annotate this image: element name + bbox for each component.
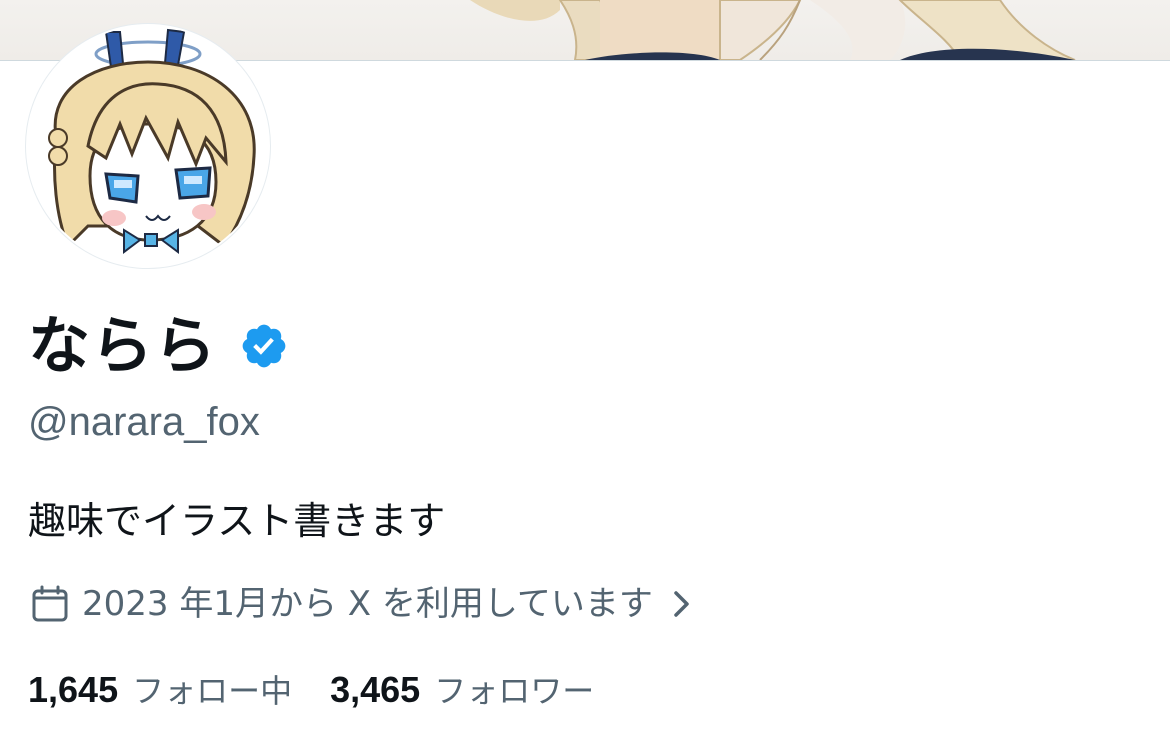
followers-count: 3,465: [330, 668, 421, 710]
avatar-illustration: [28, 26, 268, 266]
following-count: 1,645: [28, 668, 119, 710]
follow-stats: 1,645 フォロー中 3,465 フォロワー: [28, 664, 632, 716]
chevron-right-icon[interactable]: [669, 589, 695, 619]
handle: @narara_fox: [28, 400, 260, 444]
calendar-icon: [30, 584, 70, 624]
bio: 趣味でイラスト書きます: [28, 499, 446, 543]
avatar[interactable]: [26, 24, 270, 268]
join-date-row[interactable]: 2023 年1月から X を利用しています: [30, 578, 695, 630]
display-name: ならら: [28, 309, 218, 382]
followers-label: フォロワー: [434, 671, 595, 710]
followers-link[interactable]: 3,465 フォロワー: [330, 664, 594, 717]
following-label: フォロー中: [132, 671, 293, 710]
following-link[interactable]: 1,645 フォロー中: [28, 664, 292, 717]
profile-name-row: ならら: [28, 306, 289, 386]
join-date-text: 2023 年1月から X を利用しています: [82, 584, 653, 624]
verified-badge-icon[interactable]: [239, 321, 289, 371]
